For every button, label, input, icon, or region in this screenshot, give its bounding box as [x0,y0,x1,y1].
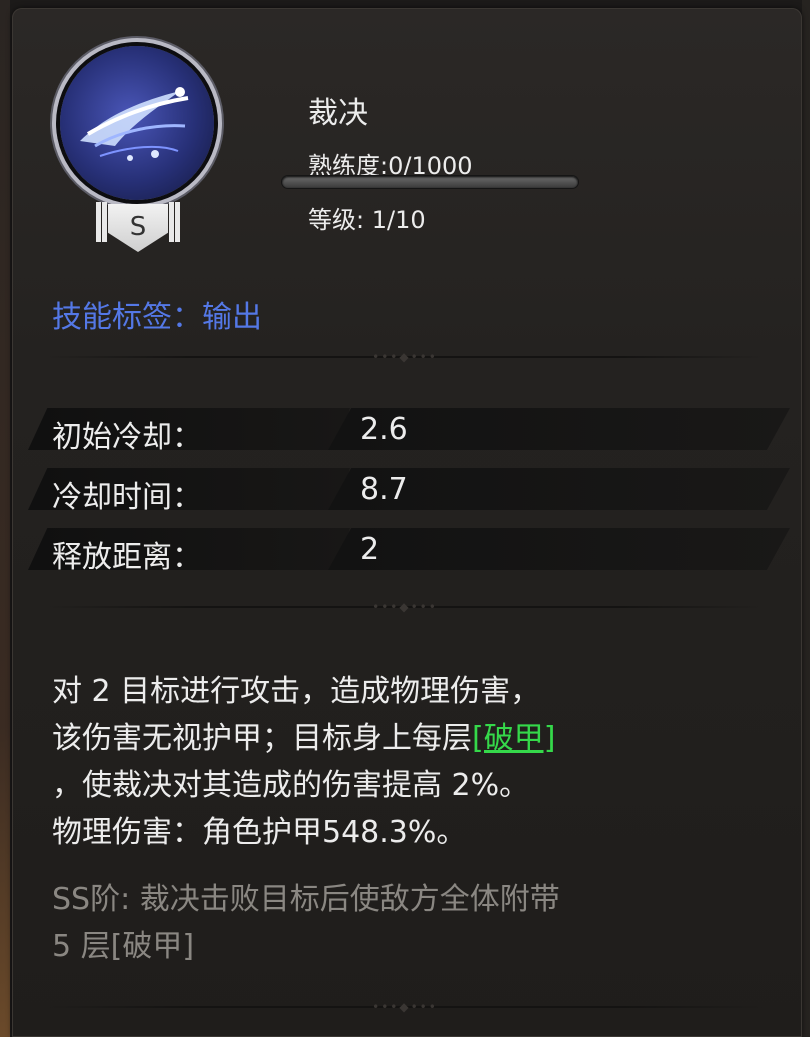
rank-letter: S [129,212,147,242]
description-line: 物理伤害：角色护甲548.3%。 [52,815,467,850]
divider: •••◆••• [44,1000,766,1014]
description-line: 对 2 目标进行攻击，造成物理伤害， [52,674,541,709]
badge-stripe [169,202,174,242]
stat-label: 冷却时间： [52,480,202,515]
skill-description: 对 2 目标进行攻击，造成物理伤害， 该伤害无视护甲；目标身上每层[破甲] ，使… [52,668,772,856]
ss-rank-note: SS阶: 裁决击败目标后使敌方全体附带 5 层[破甲] [52,876,772,970]
ss-note-line: SS阶: 裁决击败目标后使敌方全体附带 [52,882,560,917]
background-right-edge [802,0,810,1037]
level-text: 等级: 1/10 [308,206,426,234]
divider-ornament: •••◆••• [372,600,438,614]
armor-break-link[interactable]: [破甲] [472,721,555,756]
divider: •••◆••• [44,350,766,364]
stat-label: 释放距离： [52,540,202,575]
badge-stripe [175,202,180,242]
stat-value: 8.7 [360,472,408,507]
proficiency-bar [282,176,578,188]
description-line: ，使裁决对其造成的伤害提高 2%。 [52,768,530,803]
stat-row-cooldown: 冷却时间： 8.7 [28,468,790,515]
stat-value: 2 [360,532,380,567]
ss-note-line: 5 层[破甲] [52,929,195,964]
skill-name: 裁决 [308,96,368,131]
stat-row-initial-cooldown: 初始冷却： 2.6 [28,408,790,455]
divider-ornament: •••◆••• [372,350,438,364]
badge-stripe [96,202,101,242]
stat-value: 2.6 [360,412,408,447]
blue-slash-icon [60,46,214,200]
divider-ornament: •••◆••• [372,1000,438,1014]
skill-tags: 技能标签：输出 [52,292,262,336]
background-left-edge [0,0,10,1037]
divider: •••◆••• [44,600,766,614]
stat-label: 初始冷却： [52,420,202,455]
stat-row-range: 释放距离： 2 [28,528,790,575]
skill-tags-label: 技能标签： [52,300,202,335]
rank-badge: S [94,196,182,256]
skill-tags-value: 输出 [202,300,262,335]
description-line: 该伤害无视护甲；目标身上每层[破甲] [52,721,556,756]
badge-stripe [102,202,107,242]
